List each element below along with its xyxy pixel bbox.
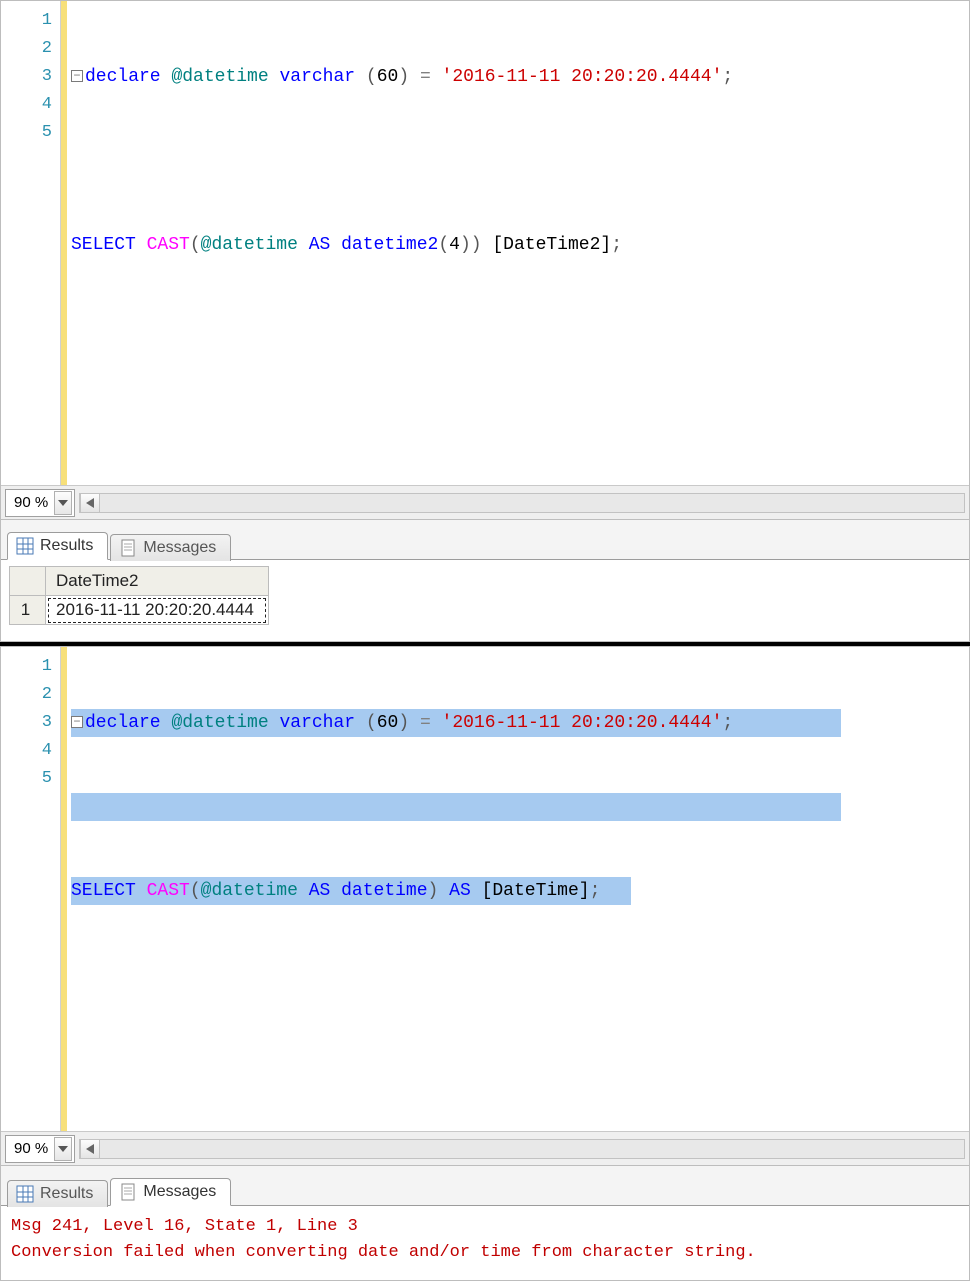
- string-literal: '2016-11-11 20:20:20.4444': [442, 713, 723, 733]
- line-number: 3: [3, 709, 52, 737]
- line-number-gutter: 1 2 3 4 5: [1, 1, 61, 485]
- line-number: 5: [3, 119, 52, 147]
- grid-icon: [16, 1185, 34, 1203]
- error-line-2: Conversion failed when converting date a…: [11, 1243, 756, 1262]
- type-datetime: datetime: [341, 881, 427, 901]
- line-number: 2: [3, 35, 52, 63]
- fold-toggle-icon[interactable]: −: [71, 716, 83, 728]
- results-grid[interactable]: DateTime2 1 2016-11-11 20:20:20.4444: [9, 566, 269, 625]
- horizontal-scrollbar[interactable]: [79, 493, 965, 513]
- operator-eq: =: [409, 713, 441, 733]
- scroll-left-icon[interactable]: [80, 1140, 100, 1158]
- variable-name: @datetime: [201, 235, 298, 255]
- line-number: 1: [3, 7, 52, 35]
- code-area[interactable]: −declare @datetime varchar (60) = '2016-…: [67, 647, 969, 1131]
- keyword-as: AS: [309, 881, 331, 901]
- keyword-cast: CAST: [147, 235, 190, 255]
- column-alias: [DateTime2]: [482, 235, 612, 255]
- tab-messages[interactable]: Messages: [110, 534, 231, 561]
- scroll-left-icon[interactable]: [80, 494, 100, 512]
- tab-messages-label: Messages: [143, 1183, 216, 1201]
- zoom-value: 90 %: [14, 494, 48, 511]
- paren: ): [428, 881, 439, 901]
- string-literal: '2016-11-11 20:20:20.4444': [442, 67, 723, 87]
- code-editor-2[interactable]: 1 2 3 4 5 −declare @datetime varchar (60…: [1, 647, 969, 1131]
- document-icon: [119, 539, 137, 557]
- paren: (: [366, 713, 377, 733]
- semicolon: ;: [722, 67, 733, 87]
- line-number: 1: [3, 653, 52, 681]
- keyword-declare: declare: [85, 713, 161, 733]
- tab-results[interactable]: Results: [7, 1180, 108, 1207]
- paren: (: [438, 235, 449, 255]
- fold-toggle-icon[interactable]: −: [71, 70, 83, 82]
- query-pane-2: 1 2 3 4 5 −declare @datetime varchar (60…: [0, 646, 970, 1166]
- horizontal-scrollbar[interactable]: [79, 1139, 965, 1159]
- keyword-varchar: varchar: [279, 67, 355, 87]
- number-literal: 60: [377, 67, 399, 87]
- results-pane-1: Results Messages DateTime2 1 2016-11-11 …: [0, 520, 970, 642]
- grid-corner-cell[interactable]: [10, 567, 46, 596]
- paren: (: [190, 881, 201, 901]
- paren: ): [398, 67, 409, 87]
- column-alias: [DateTime]: [471, 881, 590, 901]
- zoom-value: 90 %: [14, 1140, 48, 1157]
- line-number: 4: [3, 91, 52, 119]
- operator-eq: =: [409, 67, 441, 87]
- error-line-1: Msg 241, Level 16, State 1, Line 3: [11, 1217, 358, 1236]
- row-header[interactable]: 1: [10, 596, 46, 625]
- variable-name: @datetime: [171, 713, 268, 733]
- code-editor-1[interactable]: 1 2 3 4 5 −declare @datetime varchar (60…: [1, 1, 969, 485]
- results-grid-container: DateTime2 1 2016-11-11 20:20:20.4444: [1, 560, 969, 641]
- result-cell[interactable]: 2016-11-11 20:20:20.4444: [46, 596, 269, 625]
- zoom-level-select[interactable]: 90 %: [5, 1135, 75, 1163]
- line-number: 2: [3, 681, 52, 709]
- grid-icon: [16, 537, 34, 555]
- keyword-cast: CAST: [147, 881, 190, 901]
- paren: (: [366, 67, 377, 87]
- paren: (: [190, 235, 201, 255]
- line-number: 4: [3, 737, 52, 765]
- results-pane-2: Results Messages Msg 241, Level 16, Stat…: [0, 1166, 970, 1281]
- tab-messages-label: Messages: [143, 539, 216, 557]
- zoom-level-select[interactable]: 90 %: [5, 489, 75, 517]
- line-number: 3: [3, 63, 52, 91]
- line-number: 5: [3, 765, 52, 793]
- semicolon: ;: [590, 881, 601, 901]
- semicolon: ;: [722, 713, 733, 733]
- keyword-varchar: varchar: [279, 713, 355, 733]
- semicolon: ;: [611, 235, 622, 255]
- editor-status-bar: 90 %: [1, 1131, 969, 1165]
- tab-results-label: Results: [40, 537, 93, 555]
- table-row[interactable]: 1 2016-11-11 20:20:20.4444: [10, 596, 269, 625]
- keyword-select: SELECT: [71, 235, 136, 255]
- code-area[interactable]: −declare @datetime varchar (60) = '2016-…: [67, 1, 969, 485]
- chevron-down-icon[interactable]: [54, 1137, 72, 1161]
- editor-status-bar: 90 %: [1, 485, 969, 519]
- keyword-declare: declare: [85, 67, 161, 87]
- line-number-gutter: 1 2 3 4 5: [1, 647, 61, 1131]
- query-pane-1: 1 2 3 4 5 −declare @datetime varchar (60…: [0, 0, 970, 520]
- paren: )): [460, 235, 482, 255]
- tab-results-label: Results: [40, 1185, 93, 1203]
- variable-name: @datetime: [171, 67, 268, 87]
- chevron-down-icon[interactable]: [54, 491, 72, 515]
- document-icon: [119, 1183, 137, 1201]
- keyword-as: AS: [449, 881, 471, 901]
- tab-messages[interactable]: Messages: [110, 1178, 231, 1206]
- messages-output[interactable]: Msg 241, Level 16, State 1, Line 3 Conve…: [1, 1206, 969, 1280]
- keyword-select: SELECT: [71, 881, 136, 901]
- column-header[interactable]: DateTime2: [46, 567, 269, 596]
- number-literal: 4: [449, 235, 460, 255]
- paren: ): [398, 713, 409, 733]
- keyword-as: AS: [309, 235, 331, 255]
- type-datetime2: datetime2: [341, 235, 438, 255]
- variable-name: @datetime: [201, 881, 298, 901]
- result-tabs: Results Messages: [1, 520, 969, 560]
- result-tabs: Results Messages: [1, 1166, 969, 1206]
- tab-results[interactable]: Results: [7, 532, 108, 560]
- number-literal: 60: [377, 713, 399, 733]
